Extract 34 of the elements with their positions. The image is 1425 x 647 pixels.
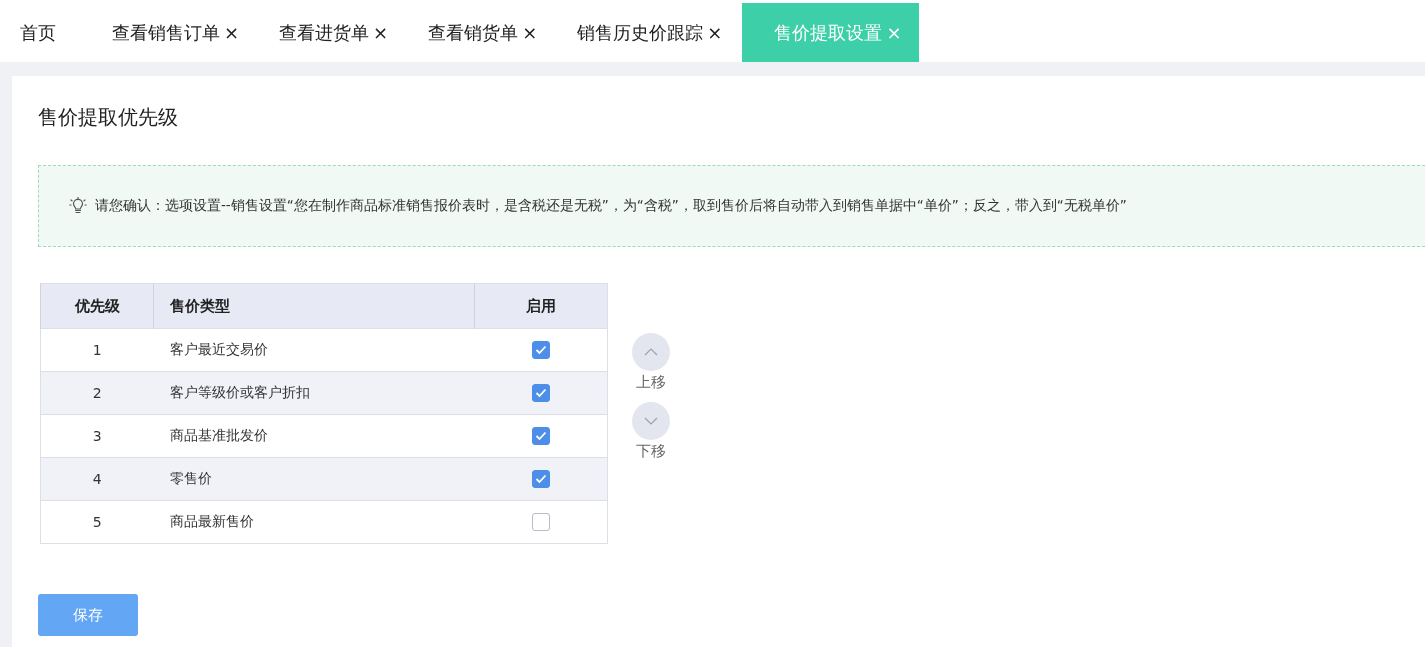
close-icon[interactable]: × [224, 22, 240, 43]
chevron-down-icon [644, 417, 658, 425]
checkbox[interactable] [531, 384, 550, 402]
tab[interactable]: 查看进货单 × [259, 3, 409, 62]
tab[interactable]: 销售历史价跟踪 × [557, 3, 743, 62]
tab[interactable]: 查看销售订单 × [92, 3, 260, 62]
column-header: 启用 [474, 283, 608, 329]
notice-text: 请您确认：选项设置--销售设置“您在制作商品标准销售报价表时，是含税还是无税”，为“含税”，取到售价后将自动带入到销售单据中“单价”；反之，带入到“无税单价” [95, 197, 1127, 215]
close-icon[interactable]: × [707, 22, 723, 43]
checkmark-icon [534, 388, 547, 398]
checkbox[interactable] [531, 513, 550, 531]
column-header: 优先级 [40, 283, 154, 329]
close-icon[interactable]: × [373, 22, 389, 43]
tab[interactable]: 查看销货单 × [408, 3, 558, 62]
column-header: 售价类型 [153, 283, 475, 329]
table-cell: 4 [40, 457, 154, 501]
move-label: 下移 [636, 442, 666, 461]
checkbox[interactable] [531, 470, 550, 488]
table-cell: 零售价 [153, 457, 475, 501]
table-cell: 商品最新售价 [153, 500, 475, 544]
lightbulb-icon [69, 197, 87, 215]
checkmark-icon [534, 431, 547, 441]
table-cell: 2 [40, 371, 154, 415]
checkmark-icon [534, 474, 547, 484]
page-title: 售价提取优先级 [38, 104, 179, 131]
close-icon[interactable]: × [522, 22, 538, 43]
table-cell: 5 [40, 500, 154, 544]
checkmark-icon [534, 345, 547, 355]
tab[interactable]: 首页 [0, 3, 92, 62]
chevron-up-icon [644, 348, 658, 356]
move-label: 上移 [636, 373, 666, 392]
checkbox[interactable] [531, 341, 550, 359]
table-cell: 客户等级价或客户折扣 [153, 371, 475, 415]
checkbox[interactable] [531, 427, 550, 445]
